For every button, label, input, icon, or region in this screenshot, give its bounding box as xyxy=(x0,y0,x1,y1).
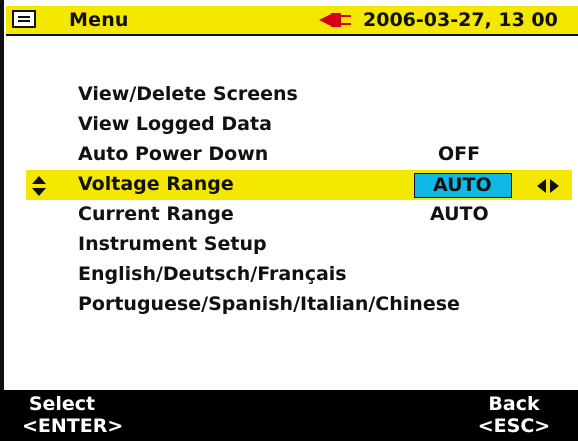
menu-item-language-1[interactable]: English/Deutsch/Français xyxy=(26,260,572,290)
title-bar: Menu 2006-03-27, 13 00 xyxy=(6,6,578,36)
menu-item-value: OFF xyxy=(438,143,481,165)
menu-item-value: AUTO xyxy=(433,174,492,196)
left-right-arrow-icon xyxy=(537,179,559,193)
screen-border xyxy=(0,0,4,441)
menu-item-label: English/Deutsch/Français xyxy=(78,263,347,285)
selected-value-field[interactable]: AUTO xyxy=(414,173,512,198)
softkey-key: <ENTER> xyxy=(22,415,124,437)
menu-item-label: Current Range xyxy=(78,203,234,225)
page-title: Menu xyxy=(69,9,129,31)
menu-item-label: Voltage Range xyxy=(78,173,234,195)
menu-item-voltage-range[interactable]: Voltage Range AUTO xyxy=(26,170,572,200)
date-time: 2006-03-27, 13 00 xyxy=(363,9,558,31)
softkey-bar: Select <ENTER> Back <ESC> xyxy=(0,390,578,441)
menu-icon xyxy=(12,10,36,28)
softkey-key: <ESC> xyxy=(477,415,551,437)
menu-item-label: Portuguese/Spanish/Italian/Chinese xyxy=(78,293,460,315)
menu-item-instrument-setup[interactable]: Instrument Setup xyxy=(26,230,572,260)
softkey-label: Back xyxy=(488,393,540,415)
menu-item-view-delete-screens[interactable]: View/Delete Screens xyxy=(26,80,572,110)
menu-item-label: Auto Power Down xyxy=(78,143,269,165)
menu-item-auto-power-down[interactable]: Auto Power Down OFF xyxy=(26,140,572,170)
back-softkey[interactable]: Back <ESC> xyxy=(474,393,554,437)
menu-item-label: Instrument Setup xyxy=(78,233,267,255)
power-plug-icon xyxy=(319,13,351,27)
menu-item-language-2[interactable]: Portuguese/Spanish/Italian/Chinese xyxy=(26,290,572,320)
up-down-arrow-icon xyxy=(32,176,46,196)
menu-item-label: View/Delete Screens xyxy=(78,83,298,105)
menu-item-label: View Logged Data xyxy=(78,113,272,135)
softkey-label: Select xyxy=(28,393,96,415)
menu-item-view-logged-data[interactable]: View Logged Data xyxy=(26,110,572,140)
menu-item-current-range[interactable]: Current Range AUTO xyxy=(26,200,572,230)
menu-item-value: AUTO xyxy=(430,203,489,225)
device-screen: Menu 2006-03-27, 13 00 View/Delete Scree… xyxy=(0,0,578,441)
select-softkey[interactable]: Select <ENTER> xyxy=(22,393,124,437)
